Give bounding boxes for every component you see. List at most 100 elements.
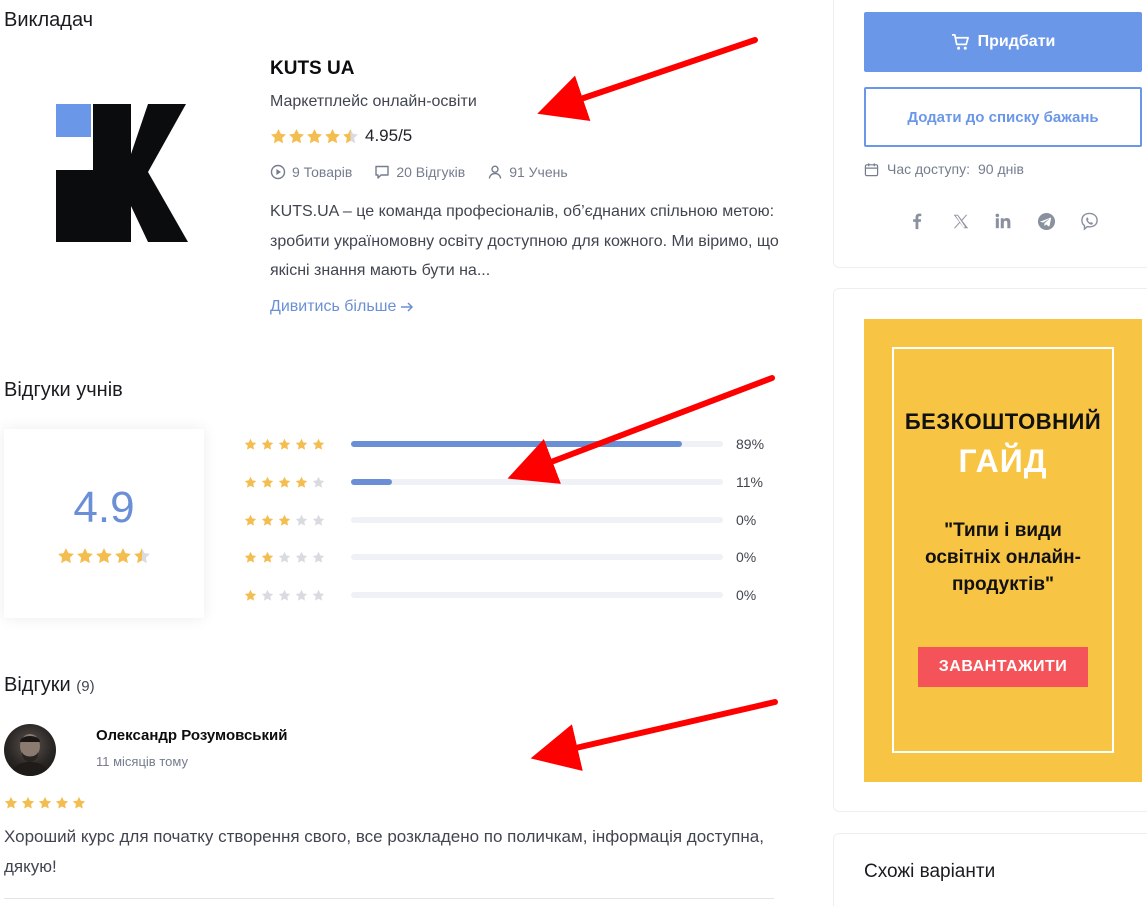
review-stars [4, 796, 88, 810]
reviews-count: 20 Відгуків [374, 164, 465, 180]
promo-text: "Типи і види освітніх онлайн-продуктів" [925, 520, 1081, 595]
instructor-stars [270, 128, 359, 145]
x-icon[interactable] [949, 210, 971, 232]
star-icon [295, 438, 308, 451]
buy-button[interactable]: Придбати [864, 12, 1142, 72]
similar-title: Схожі варіанти [864, 861, 996, 882]
play-circle-icon [270, 164, 286, 180]
star-icon [278, 476, 291, 489]
products-count: 9 Товарів [270, 164, 352, 180]
rating-bar-track [351, 517, 723, 523]
cart-icon [951, 33, 969, 50]
annotation-arrow-1 [537, 37, 758, 122]
star-icon [312, 589, 325, 602]
wishlist-button[interactable]: Додати до списку бажань [864, 87, 1142, 147]
rating-percent: 89% [736, 436, 765, 452]
reviews-count-badge: (9) [76, 678, 95, 695]
rating-row-stars [244, 589, 328, 602]
rating-bar-track [351, 479, 723, 485]
products-count-label: 9 Товарів [292, 164, 353, 180]
see-more-link[interactable]: Дивитись більше [270, 298, 414, 316]
buy-button-label: Придбати [977, 33, 1056, 50]
arrow-right-icon [401, 302, 414, 312]
rating-bar-track [351, 554, 723, 560]
star-icon [95, 547, 113, 565]
see-more-label: Дивитись більше [270, 298, 397, 315]
telegram-icon[interactable] [1035, 210, 1057, 232]
access-time-label: Час доступу: [887, 161, 971, 177]
access-time: Час доступу: 90 днів [864, 161, 1024, 177]
star-icon [133, 547, 151, 565]
rating-row-stars [244, 514, 328, 527]
rating-bar-track [351, 592, 723, 598]
star-icon [312, 551, 325, 564]
star-icon [261, 438, 274, 451]
download-button[interactable]: ЗАВАНТАЖИТИ [918, 647, 1088, 687]
star-icon [270, 128, 287, 145]
star-icon [312, 514, 325, 527]
students-count-label: 91 Учень [509, 164, 568, 180]
star-icon [278, 438, 291, 451]
rating-row-stars [244, 476, 328, 489]
instructor-name[interactable]: KUTS UA [270, 58, 354, 80]
access-time-value: 90 днів [978, 161, 1024, 177]
star-icon [278, 514, 291, 527]
star-icon [278, 589, 291, 602]
star-icon [76, 547, 94, 565]
rating-bar-fill [351, 441, 683, 447]
reviews-count-label: 20 Відгуків [396, 164, 466, 180]
star-icon [324, 128, 341, 145]
star-icon [21, 796, 35, 810]
facebook-icon[interactable] [906, 210, 928, 232]
reviews-title: Відгуки (9) [4, 674, 95, 697]
reviews-title-label: Відгуки [4, 674, 71, 696]
star-icon [295, 476, 308, 489]
ratings-section-title: Відгуки учнів [4, 379, 123, 401]
rating-row-3: 0% [244, 510, 784, 530]
comment-icon [375, 165, 390, 179]
star-icon [312, 476, 325, 489]
instructor-section-title: Викладач [4, 9, 94, 31]
rating-percent: 0% [736, 549, 757, 565]
star-icon [295, 551, 308, 564]
rating-row-2: 0% [244, 547, 784, 567]
kuts-logo-icon [56, 104, 188, 242]
average-rating-value: 4.9 [73, 482, 135, 532]
review-time: 11 місяців тому [96, 754, 188, 769]
rating-row-stars [244, 438, 328, 451]
rating-row-1: 0% [244, 585, 784, 605]
review-divider [4, 898, 774, 899]
rating-row-4: 11% [244, 472, 784, 492]
instructor-subtitle: Маркетплейс онлайн-освіти [270, 93, 477, 110]
linkedin-icon[interactable] [992, 210, 1014, 232]
star-icon [244, 476, 257, 489]
review-text: Хороший курс для початку створення свого… [4, 827, 764, 876]
avatar [4, 724, 56, 776]
rating-bar-track [351, 441, 723, 447]
rating-percent: 0% [736, 512, 757, 528]
rating-row-stars [244, 551, 328, 564]
star-icon [312, 438, 325, 451]
star-icon [261, 551, 274, 564]
star-icon [306, 128, 323, 145]
instructor-logo[interactable] [40, 84, 210, 262]
user-icon [488, 165, 502, 179]
instructor-meta: 9 Товарів 20 Відгуків 91 Учень [270, 164, 568, 180]
annotation-arrow-3 [530, 699, 778, 771]
star-icon [261, 589, 274, 602]
students-count: 91 Учень [487, 164, 568, 180]
star-icon [261, 476, 274, 489]
star-icon [295, 589, 308, 602]
star-icon [342, 128, 359, 145]
star-icon [288, 128, 305, 145]
star-icon [4, 796, 18, 810]
star-icon [72, 796, 86, 810]
star-icon [244, 438, 257, 451]
star-icon [55, 796, 69, 810]
promo-banner[interactable]: БЕЗКОШТОВНИЙ ГАЙД "Типи і види освітніх … [864, 319, 1142, 782]
share-links [906, 210, 1100, 232]
viber-icon[interactable] [1078, 210, 1100, 232]
star-icon [261, 514, 274, 527]
rating-bar-fill [351, 479, 392, 485]
instructor-rating-value: 4.95/5 [365, 126, 413, 145]
